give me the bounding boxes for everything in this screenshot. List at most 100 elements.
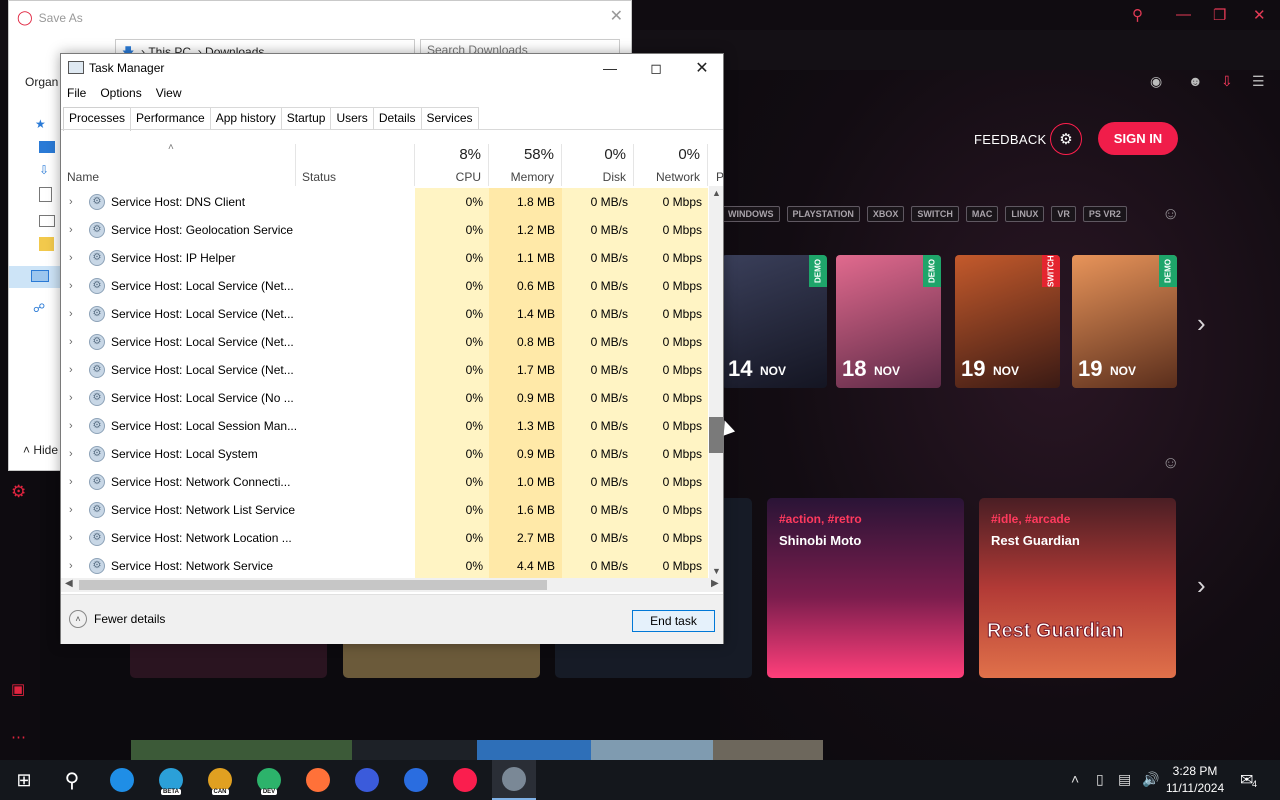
process-row[interactable]: › ⚙ Service Host: IP Helper 0% 1.1 MB 0 MB/s 0…	[61, 244, 709, 272]
release-card[interactable]: DEMO 19 NOV	[1072, 255, 1177, 388]
settings-icon[interactable]: ⚙	[11, 482, 26, 502]
tab-performance[interactable]: Performance	[130, 107, 211, 129]
menu-options[interactable]: Options	[100, 86, 141, 100]
taskbar-app-button[interactable]: DEV	[247, 760, 291, 800]
process-row[interactable]: › ⚙ Service Host: Network Service 0% 4.4 MB 0…	[61, 552, 709, 578]
documents-icon[interactable]	[39, 187, 52, 202]
expand-chevron-icon[interactable]: ›	[69, 412, 81, 440]
tab-users[interactable]: Users	[330, 107, 374, 129]
tab-startup[interactable]: Startup	[280, 107, 332, 129]
expand-chevron-icon[interactable]: ›	[69, 300, 81, 328]
column-header-network[interactable]: 0% Network	[634, 144, 708, 186]
game-thumbnail[interactable]	[713, 740, 823, 760]
minimize-icon[interactable]: —	[1176, 6, 1191, 23]
expand-chevron-icon[interactable]: ›	[69, 216, 81, 244]
tab-details[interactable]: Details	[372, 107, 422, 129]
platform-tag[interactable]: PLAYSTATION	[786, 206, 860, 222]
horizontal-scrollbar[interactable]: ◀ ▶	[61, 578, 723, 592]
expand-chevron-icon[interactable]: ›	[69, 244, 81, 272]
folder-icon[interactable]	[39, 237, 54, 251]
chevron-right-icon[interactable]: ›	[1197, 308, 1206, 339]
close-button[interactable]: ✕	[679, 54, 725, 82]
process-row[interactable]: › ⚙ Service Host: Local System 0% 0.9 MB 0 MB…	[61, 440, 709, 468]
process-row[interactable]: › ⚙ Service Host: Geolocation Service 0% 1.2…	[61, 216, 709, 244]
menu-file[interactable]: File	[67, 86, 86, 100]
expand-chevron-icon[interactable]: ›	[69, 356, 81, 384]
platform-tag[interactable]: MAC	[965, 206, 999, 222]
taskbar-app-button[interactable]	[345, 760, 389, 800]
restore-icon[interactable]: ❐	[1213, 6, 1226, 24]
game-thumbnail[interactable]	[477, 740, 591, 760]
process-row[interactable]: › ⚙ Service Host: Local Session Man... 0% 1.…	[61, 412, 709, 440]
expand-chevron-icon[interactable]: ›	[69, 384, 81, 412]
expand-chevron-icon[interactable]: ›	[69, 552, 81, 578]
maximize-button[interactable]: ◻	[633, 54, 679, 82]
scroll-left-icon[interactable]: ◀	[65, 578, 73, 589]
expand-chevron-icon[interactable]: ›	[69, 328, 81, 356]
platform-tag[interactable]: WINDOWS	[722, 206, 780, 222]
gallery-icon[interactable]: ▣	[11, 680, 25, 698]
column-header-memory[interactable]: 58% Memory	[489, 144, 562, 186]
process-row[interactable]: › ⚙ Service Host: Network Connecti... 0% 1.0…	[61, 468, 709, 496]
process-row[interactable]: › ⚙ Service Host: Local Service (Net... 0% 1…	[61, 300, 709, 328]
platform-tag[interactable]: LINUX	[1005, 206, 1045, 222]
smiley-icon[interactable]: ☺	[1162, 204, 1179, 224]
pictures-icon[interactable]	[39, 215, 55, 227]
system-clock[interactable]: 3:28 PM 11/11/2024	[1163, 763, 1227, 797]
download-icon[interactable]: ⇩	[1221, 73, 1233, 90]
settings-button[interactable]: ⚙	[1050, 123, 1082, 155]
downloads-icon[interactable]: ⇩	[39, 163, 49, 177]
taskbar-app-button[interactable]	[100, 760, 144, 800]
feedback-link[interactable]: FEEDBACK	[974, 132, 1046, 147]
game-thumbnail[interactable]	[131, 740, 352, 760]
search-icon[interactable]: ⚲	[1132, 6, 1143, 24]
platform-tag[interactable]: XBOX	[866, 206, 905, 222]
menu-view[interactable]: View	[156, 86, 182, 100]
chevron-right-icon[interactable]: ›	[1197, 570, 1206, 601]
tab-processes[interactable]: Processes	[63, 107, 132, 131]
process-row[interactable]: › ⚙ Service Host: DNS Client 0% 1.8 MB 0 MB/s…	[61, 188, 709, 216]
taskbar-app-button[interactable]	[492, 760, 536, 800]
release-card[interactable]: DEMO 18 NOV	[836, 255, 941, 388]
column-header-power[interactable]: P	[708, 144, 724, 186]
taskbar-app-button[interactable]: CAN	[198, 760, 242, 800]
release-card[interactable]: SWITCH 19 NOV	[955, 255, 1060, 388]
expand-chevron-icon[interactable]: ›	[69, 440, 81, 468]
end-task-button[interactable]: End task	[632, 610, 715, 632]
search-button[interactable]: ⚲	[50, 760, 94, 800]
game-thumbnail[interactable]	[352, 740, 477, 760]
game-card[interactable]: #action, #retro Shinobi Moto	[767, 498, 964, 678]
release-card[interactable]: DEMO 14 NOV	[722, 255, 827, 388]
game-card[interactable]: #idle, #arcade Rest Guardian Rest Guardi…	[979, 498, 1176, 678]
game-thumbnail[interactable]	[591, 740, 713, 760]
camera-icon[interactable]: ◉	[1150, 73, 1162, 90]
process-row[interactable]: › ⚙ Service Host: Local Service (No ... 0% 0…	[61, 384, 709, 412]
expand-chevron-icon[interactable]: ›	[69, 496, 81, 524]
expand-chevron-icon[interactable]: ›	[69, 272, 81, 300]
expand-chevron-icon[interactable]: ›	[69, 188, 81, 216]
fewer-details-button[interactable]: ˄ Fewer details	[69, 610, 165, 628]
column-header-cpu[interactable]: 8% CPU	[415, 144, 489, 186]
process-row[interactable]: › ⚙ Service Host: Local Service (Net... 0% 0…	[61, 328, 709, 356]
show-hidden-icons[interactable]: ˄	[1071, 771, 1079, 787]
taskbar-app-button[interactable]	[296, 760, 340, 800]
process-row[interactable]: › ⚙ Service Host: Local Service (Net... 0% 0…	[61, 272, 709, 300]
taskbar-app-button[interactable]	[443, 760, 487, 800]
notification-center-button[interactable]: ✉ 4	[1240, 770, 1257, 790]
sign-in-button[interactable]: SIGN IN	[1098, 122, 1178, 155]
hide-folders-toggle[interactable]: ˄ Hide	[23, 443, 58, 457]
process-row[interactable]: › ⚙ Service Host: Local Service (Net... 0% 1…	[61, 356, 709, 384]
network-icon[interactable]: ☍	[33, 301, 45, 315]
close-icon[interactable]: ✕	[610, 6, 623, 26]
vertical-scrollbar[interactable]: ▲ ▼	[709, 186, 723, 578]
account-icon[interactable]: ☻	[1188, 73, 1203, 89]
column-header-status[interactable]: Status	[296, 144, 415, 186]
taskbar-app-button[interactable]: BETA	[149, 760, 193, 800]
more-icon[interactable]: ⋯	[11, 728, 26, 746]
volume-icon[interactable]: 🔊	[1142, 771, 1159, 788]
tab-app-history[interactable]: App history	[209, 107, 282, 129]
process-row[interactable]: › ⚙ Service Host: Network Location ... 0% 2.…	[61, 524, 709, 552]
scroll-up-icon[interactable]: ▲	[712, 188, 721, 198]
desktop-icon[interactable]	[39, 141, 55, 153]
column-header-name[interactable]: ˄ Name	[61, 142, 296, 186]
